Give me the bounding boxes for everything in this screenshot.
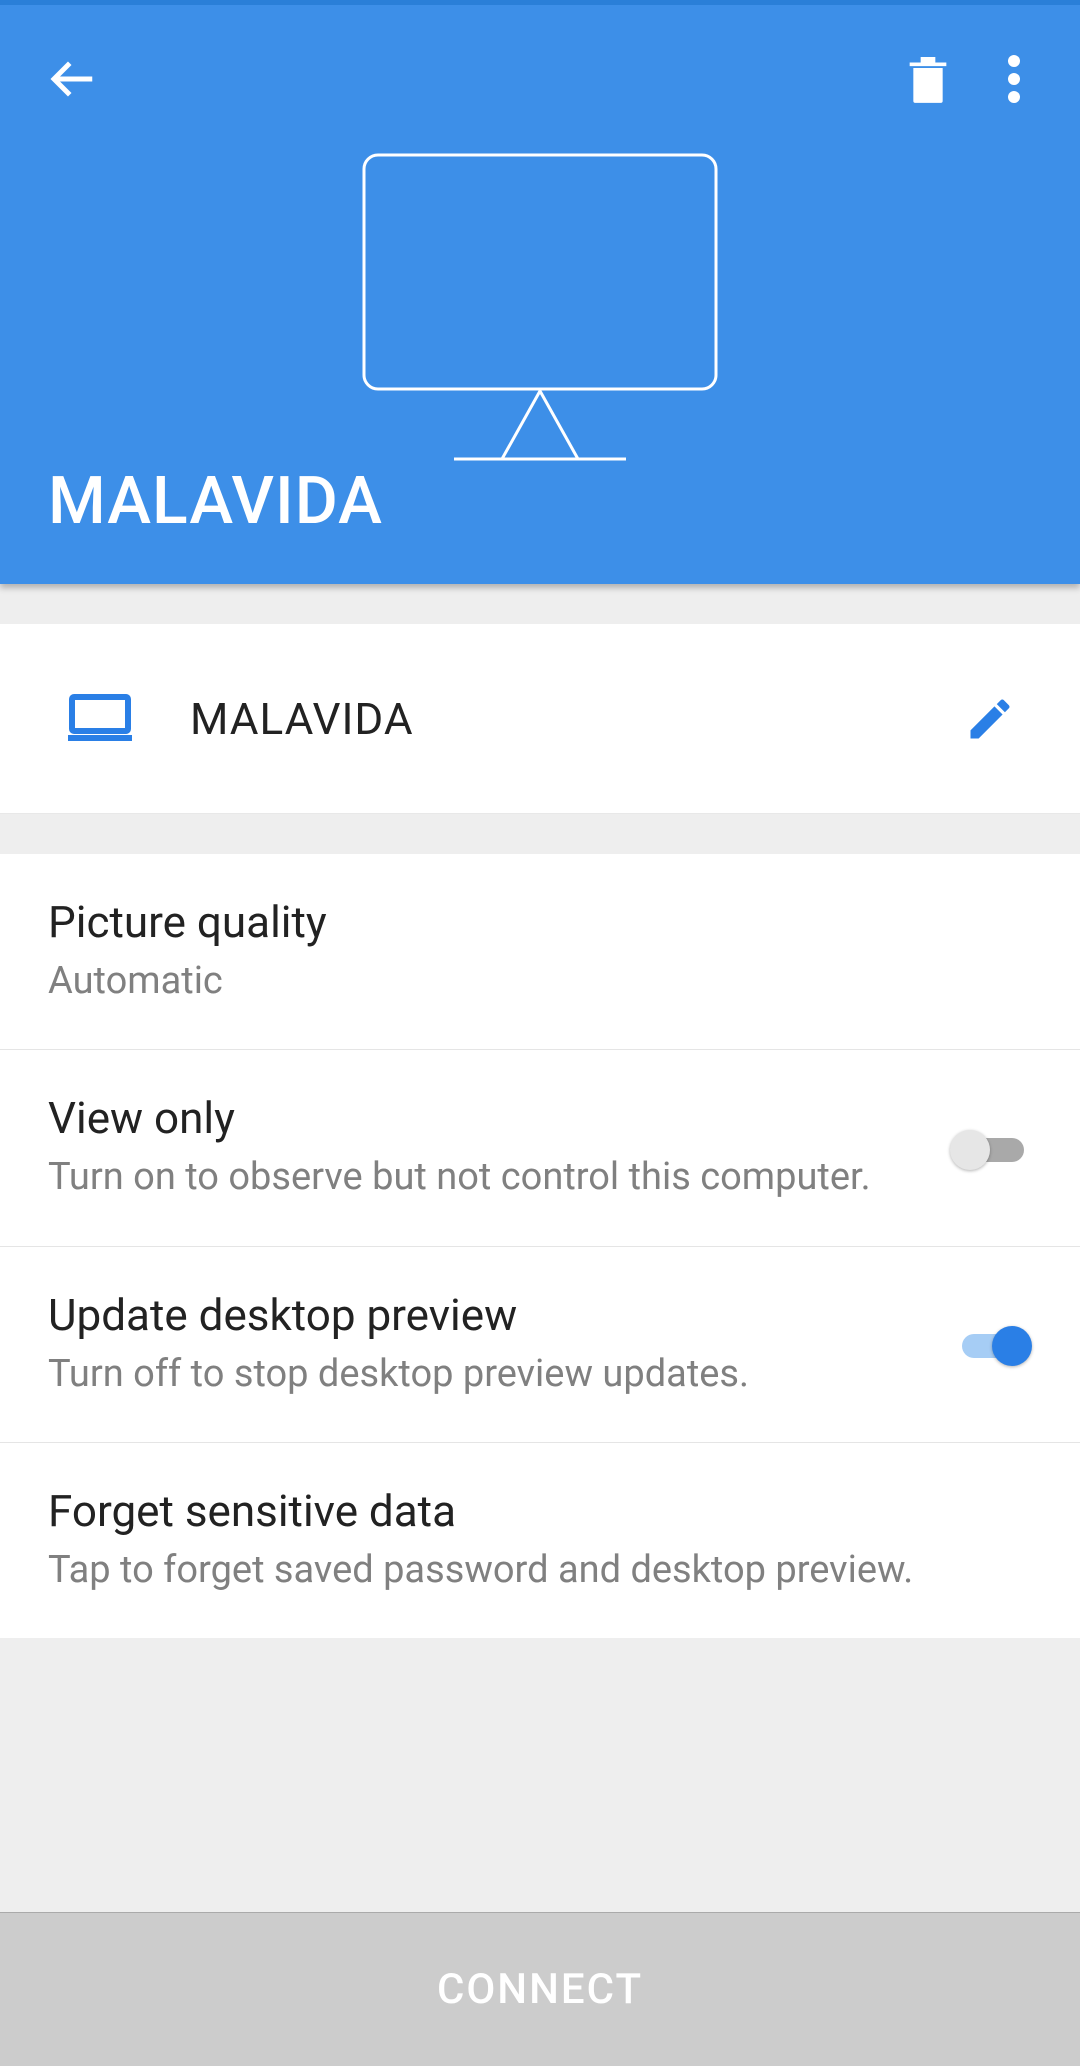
monitor-icon	[362, 153, 718, 467]
edit-device-name-button[interactable]	[960, 689, 1020, 749]
setting-subtitle: Turn off to stop desktop preview updates…	[48, 1349, 920, 1400]
laptop-icon	[68, 693, 132, 745]
more-options-button[interactable]	[990, 49, 1038, 109]
setting-forget-data[interactable]: Forget sensitive data Tap to forget save…	[0, 1443, 1080, 1638]
setting-title: Picture quality	[48, 896, 1032, 948]
setting-subtitle: Tap to forget saved password and desktop…	[48, 1545, 1032, 1596]
connect-label: CONNECT	[437, 1965, 643, 2014]
connect-button[interactable]: CONNECT	[0, 1912, 1080, 2066]
header: MALAVIDA	[0, 0, 1080, 584]
setting-title: View only	[48, 1092, 920, 1144]
setting-update-preview[interactable]: Update desktop preview Turn off to stop …	[0, 1247, 1080, 1443]
setting-picture-quality[interactable]: Picture quality Automatic	[0, 854, 1080, 1050]
device-row: MALAVIDA	[0, 624, 1080, 814]
header-actions	[0, 5, 1080, 113]
setting-view-only[interactable]: View only Turn on to observe but not con…	[0, 1050, 1080, 1246]
update-preview-toggle[interactable]	[950, 1326, 1032, 1362]
trash-icon	[906, 53, 950, 105]
more-vert-icon	[1008, 55, 1020, 103]
header-title: MALAVIDA	[48, 463, 383, 540]
back-arrow-icon	[45, 52, 99, 106]
divider-gap	[0, 584, 1080, 624]
view-only-toggle[interactable]	[950, 1130, 1032, 1166]
setting-title: Update desktop preview	[48, 1289, 920, 1341]
setting-subtitle: Turn on to observe but not control this …	[48, 1152, 920, 1203]
setting-subtitle: Automatic	[48, 956, 1032, 1007]
setting-title: Forget sensitive data	[48, 1485, 1032, 1537]
pencil-icon	[964, 693, 1016, 745]
settings-list: Picture quality Automatic View only Turn…	[0, 854, 1080, 1638]
back-button[interactable]	[42, 49, 102, 109]
device-name-label: MALAVIDA	[190, 693, 960, 745]
delete-button[interactable]	[898, 49, 958, 109]
